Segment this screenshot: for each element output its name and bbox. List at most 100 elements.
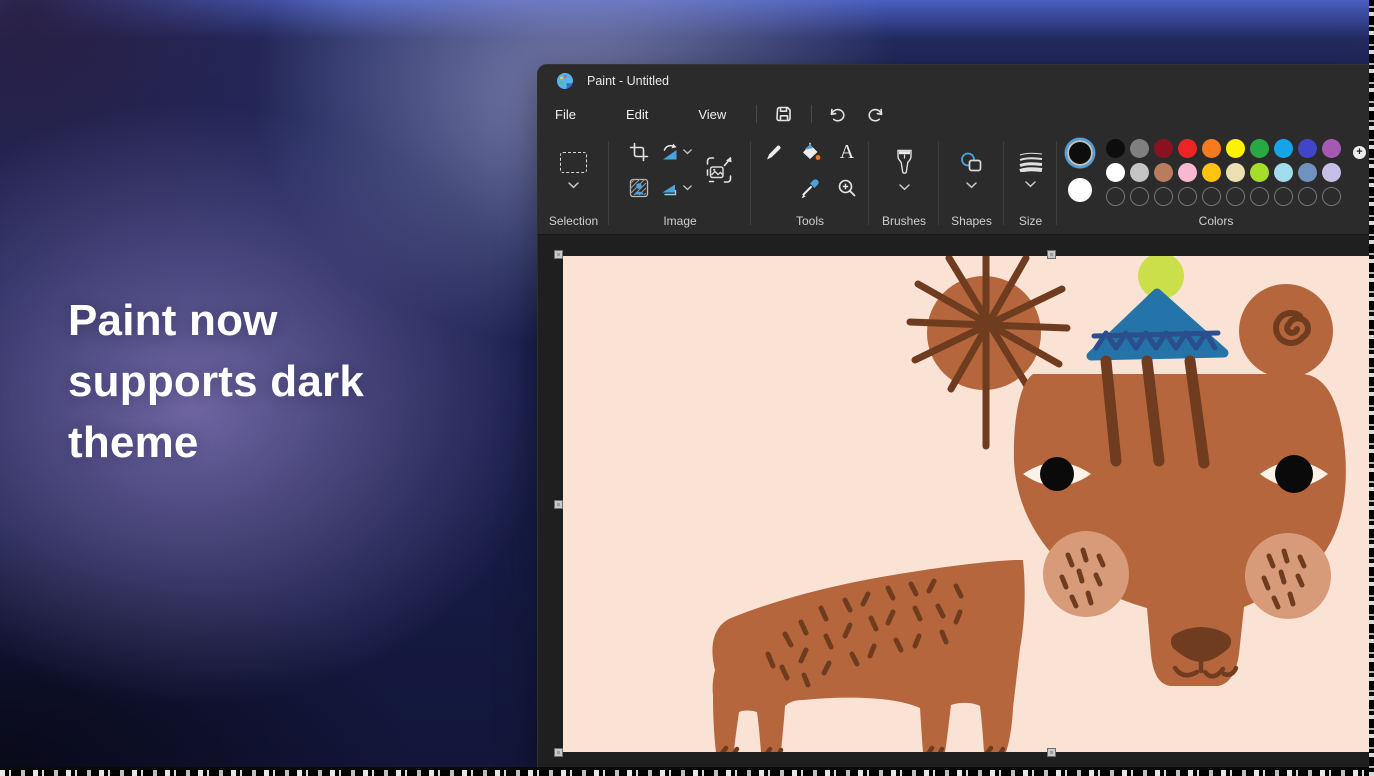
palette-color-r1-3[interactable]	[1154, 139, 1173, 158]
canvas-handle-top-left[interactable]	[554, 250, 563, 259]
palette-color-r2-8[interactable]	[1274, 163, 1293, 182]
flip-icon	[660, 179, 680, 197]
text-tool-button[interactable]: A	[840, 142, 854, 162]
palette-color-r2-1[interactable]	[1106, 163, 1125, 182]
eyedropper-icon	[800, 178, 820, 198]
menu-edit[interactable]: Edit	[624, 103, 650, 126]
hero-line-2: supports dark	[68, 351, 364, 412]
palette-color-r1-1[interactable]	[1106, 139, 1125, 158]
chevron-down-icon	[683, 149, 692, 155]
foreground-color-swatch[interactable]	[1067, 140, 1093, 166]
remove-background-icon	[629, 178, 649, 198]
palette-custom-slot-4[interactable]	[1178, 187, 1197, 206]
palette-custom-slot-5[interactable]	[1202, 187, 1221, 206]
chevron-down-icon[interactable]	[568, 182, 579, 189]
palette-custom-slot-8[interactable]	[1274, 187, 1293, 206]
flip-button[interactable]	[660, 179, 692, 197]
shapes-label: Shapes	[939, 214, 1004, 228]
chevron-down-icon	[683, 185, 692, 191]
image-label: Image	[609, 214, 751, 228]
art-ear	[1239, 284, 1333, 378]
palette-color-r2-3[interactable]	[1154, 163, 1173, 182]
brush-icon	[896, 149, 913, 175]
menu-bar: File Edit View	[538, 97, 1374, 131]
undo-button[interactable]	[822, 101, 852, 127]
selection-tool-button[interactable]	[560, 152, 587, 189]
tools-label: Tools	[751, 214, 869, 228]
palette-color-r1-9[interactable]	[1298, 139, 1317, 158]
palette-custom-slot-2[interactable]	[1130, 187, 1149, 206]
palette-color-r2-2[interactable]	[1130, 163, 1149, 182]
menu-view[interactable]: View	[696, 103, 728, 126]
menu-divider-2	[811, 105, 812, 123]
canvas-artwork	[563, 256, 1374, 752]
palette-color-r1-7[interactable]	[1250, 139, 1269, 158]
rotate-button[interactable]	[660, 143, 692, 162]
palette-color-r2-7[interactable]	[1250, 163, 1269, 182]
palette-custom-slot-6[interactable]	[1226, 187, 1245, 206]
fill-button[interactable]	[800, 142, 821, 162]
palette-color-r2-9[interactable]	[1298, 163, 1317, 182]
brushes-button[interactable]	[896, 149, 913, 191]
palette-custom-slot-9[interactable]	[1298, 187, 1317, 206]
palette-color-r2-6[interactable]	[1226, 163, 1245, 182]
selection-icon	[560, 152, 587, 173]
add-color-plus-icon: +	[1353, 146, 1366, 159]
size-button[interactable]	[1018, 152, 1044, 188]
colors-label: Colors	[1057, 214, 1374, 228]
palette-color-r2-5[interactable]	[1202, 163, 1221, 182]
paint-logo-icon	[556, 72, 574, 90]
remove-background-button[interactable]	[629, 178, 649, 198]
magnifier-button[interactable]	[837, 178, 857, 198]
save-button[interactable]	[769, 101, 799, 127]
palette-custom-slot-10[interactable]	[1322, 187, 1341, 206]
palette-custom-slot-7[interactable]	[1250, 187, 1269, 206]
resize-image-icon	[705, 156, 733, 184]
palette-color-r1-8[interactable]	[1274, 139, 1293, 158]
hero-line-3: theme	[68, 412, 364, 473]
shapes-button[interactable]	[960, 152, 983, 189]
crop-icon	[629, 142, 649, 162]
menu-file[interactable]: File	[553, 103, 578, 126]
chevron-down-icon[interactable]	[966, 182, 977, 189]
title-bar[interactable]: Paint - Untitled	[538, 65, 1374, 97]
paint-window: Paint - Untitled File Edit View	[537, 64, 1374, 776]
screenshot-stage: Paint now supports dark theme Paint - Un…	[0, 0, 1374, 776]
chevron-down-icon[interactable]	[1025, 181, 1036, 188]
edit-colors-button[interactable]: +	[1331, 151, 1362, 182]
drawing-canvas[interactable]	[563, 256, 1374, 752]
menu-divider	[756, 105, 757, 123]
screenshot-bottom-edge	[0, 767, 1374, 776]
ribbon-toolbar: Selection	[538, 131, 1374, 235]
palette-color-r1-2[interactable]	[1130, 139, 1149, 158]
undo-icon	[828, 105, 847, 123]
palette-color-r1-5[interactable]	[1202, 139, 1221, 158]
color-picker-button[interactable]	[800, 178, 820, 198]
art-head	[1014, 361, 1346, 686]
redo-button[interactable]	[860, 101, 890, 127]
canvas-handle-bottom-middle[interactable]	[1047, 748, 1056, 757]
background-color-swatch[interactable]	[1068, 178, 1092, 202]
art-party-hat	[1091, 256, 1224, 356]
pencil-button[interactable]	[764, 143, 783, 162]
size-label: Size	[1004, 214, 1057, 228]
color-palette	[1106, 138, 1341, 206]
palette-color-r1-4[interactable]	[1178, 139, 1197, 158]
crop-button[interactable]	[629, 142, 649, 162]
palette-custom-slot-1[interactable]	[1106, 187, 1125, 206]
fill-bucket-icon	[800, 142, 821, 162]
redo-icon	[866, 105, 885, 123]
canvas-handle-middle-left[interactable]	[554, 500, 563, 509]
section-size: Size	[1004, 131, 1057, 234]
rotate-icon	[660, 143, 680, 162]
chevron-down-icon[interactable]	[899, 184, 910, 191]
palette-color-r1-6[interactable]	[1226, 139, 1245, 158]
section-brushes: Brushes	[869, 131, 939, 234]
art-body	[712, 560, 1024, 752]
canvas-handle-top-middle[interactable]	[1047, 250, 1056, 259]
canvas-handle-bottom-left[interactable]	[554, 748, 563, 757]
resize-image-button[interactable]	[705, 156, 733, 184]
palette-custom-slot-3[interactable]	[1154, 187, 1173, 206]
palette-color-r2-4[interactable]	[1178, 163, 1197, 182]
section-selection: Selection	[538, 131, 609, 234]
